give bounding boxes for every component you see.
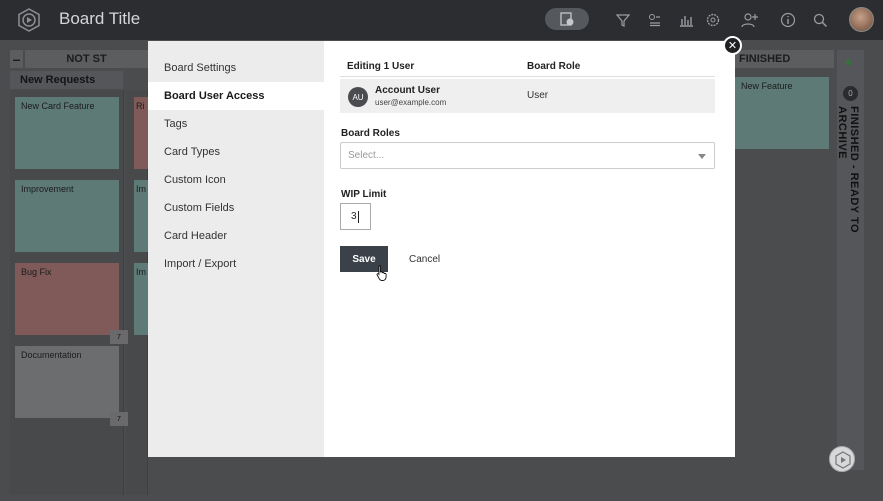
lane-header-not-started: NOT ST [25,50,148,68]
user-table-header: Editing 1 User Board Role [340,57,715,77]
menu-item-card-header[interactable]: Card Header [148,222,324,250]
card-count-badge: 7 [110,412,128,426]
wip-limit-value: 3 [351,211,357,222]
select-placeholder: Select... [348,150,385,161]
board-card[interactable]: Bug Fix [15,263,119,335]
board-card[interactable]: Improvement [15,180,119,252]
column-header-editing: Editing 1 User [347,61,415,72]
top-bar: Board Title [0,0,883,40]
user-role: User [527,90,549,101]
close-modal-button[interactable]: ✕ [723,36,742,55]
collapse-lane-button[interactable]: – [10,50,23,68]
wip-limit-label: WIP Limit [341,189,387,200]
board-roles-label: Board Roles [341,128,400,139]
table-row[interactable]: AU Account User user@example.com User [340,79,715,113]
board-title: Board Title [59,9,141,28]
chevron-down-icon [698,154,706,159]
menu-item-custom-icon[interactable]: Custom Icon [148,166,324,194]
settings-sidebar: Board Settings Board User Access Tags Ca… [148,41,324,457]
card-title: Im [136,267,146,277]
cancel-button[interactable]: Cancel [409,246,443,272]
board-card[interactable]: New Card Feature [15,97,119,169]
column-header-board-role: Board Role [527,61,581,72]
lane-header-finished: FINISHED [735,50,834,68]
user-email: user@example.com [375,98,447,107]
text-cursor [357,210,359,223]
list-icon[interactable] [645,10,665,30]
card-count-badge: 7 [110,330,128,344]
lane-vertical-title: FINISHED - READY TO ARCHIVE [836,106,860,234]
card-title: Bug Fix [21,267,52,277]
info-icon[interactable] [778,10,798,30]
menu-item-custom-fields[interactable]: Custom Fields [148,194,324,222]
menu-item-tags[interactable]: Tags [148,110,324,138]
play-icon [835,451,851,469]
gear-icon[interactable] [703,10,723,30]
board-roles-select[interactable]: Select... [340,142,715,169]
board-settings-modal: Board Settings Board User Access Tags Ca… [148,41,735,457]
card-title: Ri [136,101,145,111]
card-title: New Feature [741,81,793,91]
card-title: New Card Feature [21,101,95,111]
lane-count-badge: 0 [843,86,858,101]
user-name: Account User [375,85,441,96]
board-menu-button[interactable] [545,8,589,30]
avatar: AU [348,87,368,107]
help-launcher-button[interactable] [829,446,855,472]
avatar[interactable] [849,7,874,32]
board-menu-icon [560,12,574,26]
sublane-header: New Requests [10,71,123,89]
board-card[interactable]: New Feature [735,77,829,149]
menu-item-board-settings[interactable]: Board Settings [148,54,324,82]
menu-item-import-export[interactable]: Import / Export [148,250,324,278]
chart-icon[interactable] [676,10,696,30]
board-card-partial[interactable]: Ri [134,97,148,169]
board-card-partial[interactable]: Im [134,263,148,335]
wip-limit-input[interactable]: 3 [340,203,371,230]
hand-cursor-icon [376,265,387,281]
add-lane-icon[interactable]: + [844,54,852,70]
app-logo-icon[interactable] [17,8,41,32]
filter-icon[interactable] [613,10,633,30]
card-title: Improvement [21,184,74,194]
menu-item-card-types[interactable]: Card Types [148,138,324,166]
close-icon: ✕ [727,40,738,52]
card-title: Documentation [21,350,82,360]
add-user-icon[interactable] [740,10,760,30]
search-icon[interactable] [810,10,830,30]
card-title: Im [136,184,146,194]
board-card[interactable]: Documentation [15,346,119,418]
menu-item-board-user-access[interactable]: Board User Access [148,82,324,110]
board-card-partial[interactable]: Im [134,180,148,252]
